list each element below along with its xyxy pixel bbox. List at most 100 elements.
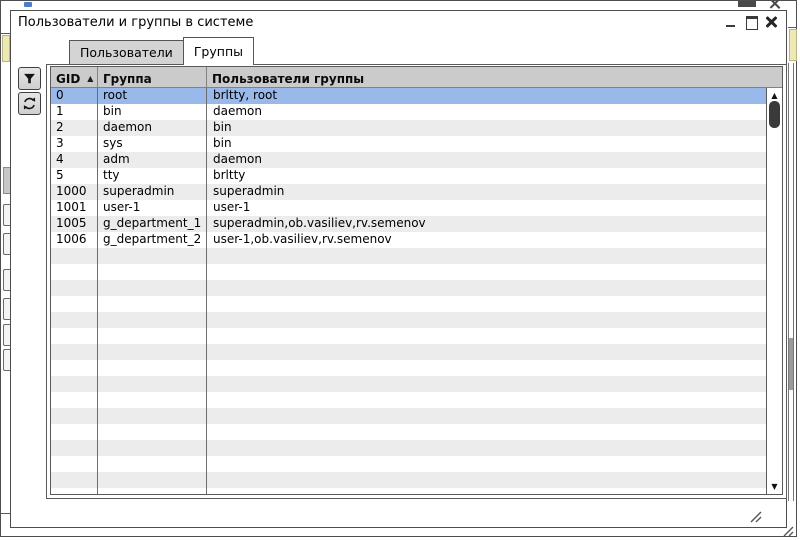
table-filler-row — [51, 328, 766, 344]
cell-gid: 1005 — [51, 216, 98, 232]
cell-gid — [51, 488, 98, 494]
refresh-arrows-icon — [22, 96, 37, 111]
dialog-title: Пользователи и группы в системе — [18, 15, 254, 30]
cell-gid — [51, 392, 98, 408]
table-row[interactable]: 0 root brltty, root — [51, 88, 766, 104]
cell-group — [98, 488, 207, 494]
background-titlebar-button — [738, 1, 756, 7]
background-scrollbar[interactable] — [788, 63, 794, 501]
table-row[interactable]: 3 sys bin — [51, 136, 766, 152]
tab-bar: Пользователи Группы — [11, 37, 785, 65]
cell-gid: 1001 — [51, 200, 98, 216]
cell-users — [207, 344, 766, 360]
cell-users: brltty — [213, 168, 246, 182]
table-filler-row — [51, 488, 766, 494]
cell-users: daemon — [213, 152, 262, 166]
sort-asc-icon: ▲ — [87, 73, 94, 83]
close-icon[interactable] — [765, 15, 778, 29]
cell-group: root — [98, 88, 207, 104]
cell-gid: 4 — [51, 152, 98, 168]
cell-gid — [51, 424, 98, 440]
cell-gid — [51, 408, 98, 424]
column-header-group[interactable]: Группа — [98, 67, 207, 87]
cell-gid — [51, 472, 98, 488]
cell-group — [98, 360, 207, 376]
table-filler-row — [51, 360, 766, 376]
cell-users — [207, 488, 766, 494]
table-filler-row — [51, 376, 766, 392]
cell-group: tty — [98, 168, 207, 184]
refresh-button[interactable] — [18, 92, 41, 115]
cell-group — [98, 424, 207, 440]
cell-gid — [51, 296, 98, 312]
cell-gid: 1000 — [51, 184, 98, 200]
dialog-resize-grip[interactable] — [746, 508, 764, 524]
cell-group: user-1 — [98, 200, 207, 216]
scroll-down-icon[interactable]: ▼ — [767, 480, 782, 493]
cell-group — [98, 248, 207, 264]
cell-users — [207, 424, 766, 440]
cell-group — [98, 392, 207, 408]
table-filler-row — [51, 296, 766, 312]
table-row[interactable]: 4 adm daemon — [51, 152, 766, 168]
cell-group: g_department_1 — [98, 216, 207, 232]
table-row[interactable]: 1000 superadmin superadmin — [51, 184, 766, 200]
cell-users: user-1 — [213, 200, 251, 214]
cell-gid — [51, 360, 98, 376]
cell-gid — [51, 280, 98, 296]
table-filler-row — [51, 312, 766, 328]
table-row[interactable]: 1005 g_department_1 superadmin,ob.vasiliev… — [51, 216, 766, 232]
cell-users — [207, 328, 766, 344]
table-row[interactable]: 1 bin daemon — [51, 104, 766, 120]
cell-users: superadmin — [213, 184, 285, 198]
scrollbar-thumb[interactable] — [769, 101, 780, 128]
cell-group: superadmin — [98, 184, 207, 200]
table-row[interactable]: 1001 user-1 user-1 — [51, 200, 766, 216]
cell-group — [98, 280, 207, 296]
cell-gid — [51, 248, 98, 264]
tab-users[interactable]: Пользователи — [69, 40, 183, 65]
background-toolbar-divider-right — [788, 27, 797, 28]
cell-gid — [51, 344, 98, 360]
cell-group — [98, 456, 207, 472]
cell-group: daemon — [98, 120, 207, 136]
table-filler-row — [51, 248, 766, 264]
table-filler-row — [51, 472, 766, 488]
filter-button[interactable] — [18, 67, 41, 90]
table-filler-row — [51, 456, 766, 472]
cell-group: g_department_2 — [98, 232, 207, 248]
filter-funnel-icon — [22, 71, 37, 86]
cell-users: daemon — [213, 104, 262, 118]
cell-users — [207, 408, 766, 424]
cell-users — [207, 472, 766, 488]
cell-gid — [51, 440, 98, 456]
cell-group: sys — [98, 136, 207, 152]
table-body: 0 root brltty, root 1 bin daemon 2 daemon bin 3 sy… — [51, 88, 766, 494]
cell-group: bin — [98, 104, 207, 120]
column-header-users[interactable]: Пользователи группы — [207, 67, 782, 87]
column-header-gid[interactable]: GID ▲ — [51, 67, 98, 87]
minimize-icon[interactable] — [725, 15, 738, 29]
cell-gid — [51, 312, 98, 328]
users-groups-dialog: Пользователи и группы в системе Пользова… — [10, 10, 787, 528]
table-scrollbar[interactable]: ▲ ▼ — [766, 88, 782, 494]
dialog-titlebar[interactable]: Пользователи и группы в системе — [11, 11, 786, 35]
cell-users — [207, 440, 766, 456]
cell-gid: 3 — [51, 136, 98, 152]
table-filler-row — [51, 344, 766, 360]
tab-groups[interactable]: Группы — [182, 37, 254, 65]
cell-gid: 2 — [51, 120, 98, 136]
cell-group — [98, 328, 207, 344]
table-filler-row — [51, 264, 766, 280]
cell-group: adm — [98, 152, 207, 168]
cell-users — [207, 392, 766, 408]
cell-gid: 0 — [51, 88, 98, 104]
table-row[interactable]: 2 daemon bin — [51, 120, 766, 136]
table-row[interactable]: 5 tty brltty — [51, 168, 766, 184]
cell-group — [98, 376, 207, 392]
background-app-icon — [24, 2, 32, 7]
table-row[interactable]: 1006 g_department_2 user-1,ob.vasiliev,rv.… — [51, 232, 766, 248]
background-highlight-right — [789, 29, 797, 61]
cell-gid — [51, 264, 98, 280]
maximize-icon[interactable] — [745, 15, 758, 30]
